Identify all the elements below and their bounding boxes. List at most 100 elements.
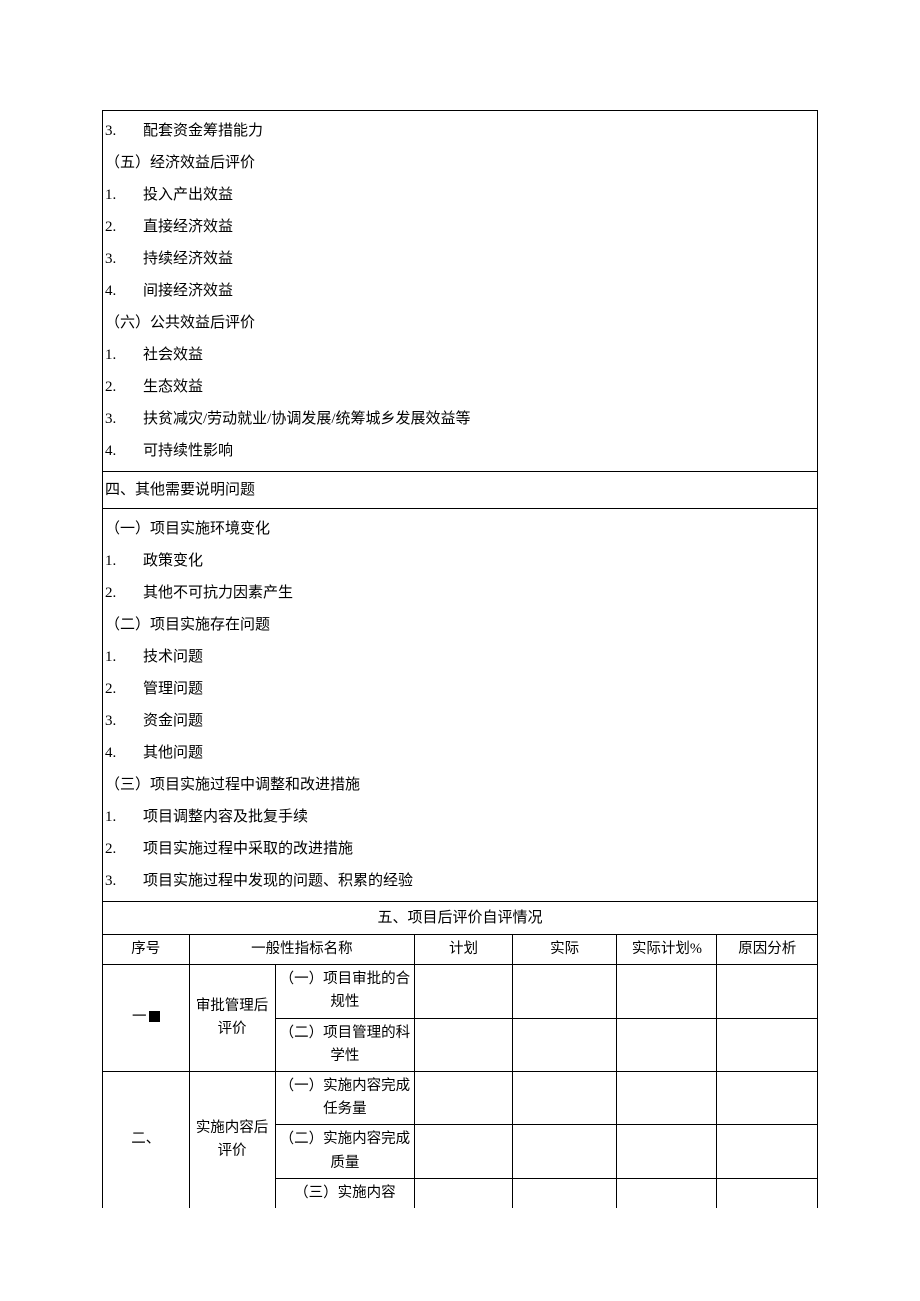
- cell-pct: [617, 1071, 717, 1124]
- cell-plan: [415, 965, 513, 1018]
- item-number: 1.: [105, 645, 143, 669]
- list-item: 2. 管理问题: [105, 673, 815, 705]
- item-number: 3.: [105, 119, 143, 143]
- cell-plan: [415, 1071, 513, 1124]
- cell-actual: [512, 1018, 617, 1071]
- item-text: 扶贫减灾/劳动就业/协调发展/统筹城乡发展效益等: [143, 407, 815, 431]
- cell-actual: [512, 1178, 617, 1208]
- cell-plan: [415, 1178, 513, 1208]
- cell-reason: [717, 1178, 817, 1208]
- list-item: 2. 生态效益: [105, 371, 815, 403]
- item-number: 2.: [105, 375, 143, 399]
- list-item: 3. 扶贫减灾/劳动就业/协调发展/统筹城乡发展效益等: [105, 403, 815, 435]
- cell-seq: 一: [103, 965, 189, 1072]
- item-number: 3.: [105, 869, 143, 893]
- table-header-row: 序号 一般性指标名称 计划 实际 实际计划% 原因分析: [103, 935, 817, 965]
- list-item: 1. 投入产出效益: [105, 179, 815, 211]
- list-item: 4. 可持续性影响: [105, 435, 815, 467]
- cell-actual: [512, 1071, 617, 1124]
- item-number: 1.: [105, 343, 143, 367]
- cell-indicator: （一）实施内容完成任务量: [275, 1071, 415, 1124]
- list-item: 2. 项目实施过程中采取的改进措施: [105, 833, 815, 865]
- item-text: 项目调整内容及批复手续: [143, 805, 815, 829]
- item-number: 1.: [105, 805, 143, 829]
- item-number: 4.: [105, 741, 143, 765]
- item-text: 资金问题: [143, 709, 815, 733]
- subsection-heading-4-2: （二）项目实施存在问题: [105, 609, 815, 641]
- section4-items: （一）项目实施环境变化 1. 政策变化 2. 其他不可抗力因素产生 （二）项目实…: [103, 509, 817, 901]
- cell-pct: [617, 1178, 717, 1208]
- section3-items: 3. 配套资金筹措能力 （五）经济效益后评价 1. 投入产出效益 2. 直接经济…: [103, 111, 817, 471]
- item-text: 直接经济效益: [143, 215, 815, 239]
- header-pct: 实际计划%: [617, 935, 717, 965]
- item-text: 持续经济效益: [143, 247, 815, 271]
- subsection-heading-5: （五）经济效益后评价: [105, 147, 815, 179]
- cell-actual: [512, 1125, 617, 1178]
- table-row: 二、 实施内容后评价 （一）实施内容完成任务量: [103, 1071, 817, 1124]
- item-number: 2.: [105, 677, 143, 701]
- list-item: 4. 间接经济效益: [105, 275, 815, 307]
- cell-reason: [717, 1018, 817, 1071]
- subsection-heading-4-1: （一）项目实施环境变化: [105, 513, 815, 545]
- cell-indicator: （二）项目管理的科学性: [275, 1018, 415, 1071]
- section5-heading: 五、项目后评价自评情况: [103, 901, 817, 935]
- cell-pct: [617, 1018, 717, 1071]
- header-seq: 序号: [103, 935, 189, 965]
- cell-category: 审批管理后评价: [189, 965, 275, 1072]
- header-indicator: 一般性指标名称: [189, 935, 415, 965]
- item-text: 间接经济效益: [143, 279, 815, 303]
- seq-text: 一: [132, 1009, 147, 1025]
- header-reason: 原因分析: [717, 935, 817, 965]
- cell-pct: [617, 1125, 717, 1178]
- item-number: 3.: [105, 709, 143, 733]
- cell-actual: [512, 965, 617, 1018]
- item-text: 项目实施过程中发现的问题、积累的经验: [143, 869, 815, 893]
- cell-indicator: （二）实施内容完成质量: [275, 1125, 415, 1178]
- list-item: 1. 项目调整内容及批复手续: [105, 801, 815, 833]
- subsection-heading-6: （六）公共效益后评价: [105, 307, 815, 339]
- cell-indicator: （一）项目审批的合规性: [275, 965, 415, 1018]
- cell-seq: 二、: [103, 1071, 189, 1207]
- cell-category: 实施内容后评价: [189, 1071, 275, 1207]
- header-actual: 实际: [512, 935, 617, 965]
- list-item: 4. 其他问题: [105, 737, 815, 769]
- list-item: 3. 持续经济效益: [105, 243, 815, 275]
- section4-heading: 四、其他需要说明问题: [103, 471, 817, 509]
- item-number: 2.: [105, 837, 143, 861]
- item-text: 政策变化: [143, 549, 815, 573]
- item-text: 管理问题: [143, 677, 815, 701]
- list-item: 2. 其他不可抗力因素产生: [105, 577, 815, 609]
- item-text: 项目实施过程中采取的改进措施: [143, 837, 815, 861]
- list-item: 1. 技术问题: [105, 641, 815, 673]
- item-number: 3.: [105, 247, 143, 271]
- item-text: 其他不可抗力因素产生: [143, 581, 815, 605]
- item-text: 可持续性影响: [143, 439, 815, 463]
- list-item: 1. 社会效益: [105, 339, 815, 371]
- list-item: 1. 政策变化: [105, 545, 815, 577]
- item-text: 投入产出效益: [143, 183, 815, 207]
- list-item: 3. 项目实施过程中发现的问题、积累的经验: [105, 865, 815, 897]
- item-number: 1.: [105, 183, 143, 207]
- item-text: 其他问题: [143, 741, 815, 765]
- item-number: 2.: [105, 215, 143, 239]
- cell-plan: [415, 1018, 513, 1071]
- item-number: 4.: [105, 439, 143, 463]
- list-item: 2. 直接经济效益: [105, 211, 815, 243]
- item-number: 3.: [105, 407, 143, 431]
- document-outer: 3. 配套资金筹措能力 （五）经济效益后评价 1. 投入产出效益 2. 直接经济…: [102, 110, 818, 1208]
- header-plan: 计划: [415, 935, 513, 965]
- item-text: 社会效益: [143, 343, 815, 367]
- cell-reason: [717, 1125, 817, 1178]
- item-number: 1.: [105, 549, 143, 573]
- subsection-heading-4-3: （三）项目实施过程中调整和改进措施: [105, 769, 815, 801]
- list-item: 3. 配套资金筹措能力: [105, 115, 815, 147]
- cell-pct: [617, 965, 717, 1018]
- item-text: 技术问题: [143, 645, 815, 669]
- item-text: 生态效益: [143, 375, 815, 399]
- table-row: 一 审批管理后评价 （一）项目审批的合规性: [103, 965, 817, 1018]
- square-marker-icon: [149, 1011, 160, 1022]
- list-item: 3. 资金问题: [105, 705, 815, 737]
- cell-reason: [717, 1071, 817, 1124]
- item-number: 2.: [105, 581, 143, 605]
- item-number: 4.: [105, 279, 143, 303]
